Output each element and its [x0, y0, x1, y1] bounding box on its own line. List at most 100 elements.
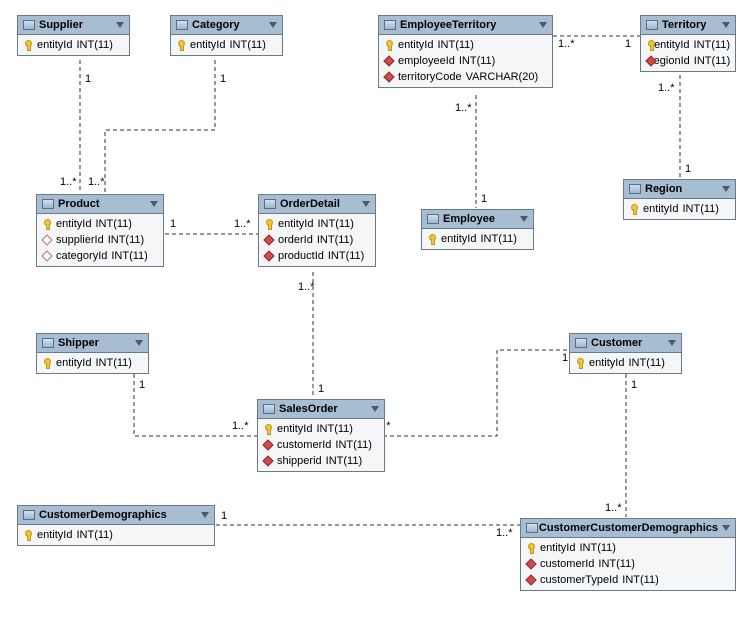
entity-body: entityId INT(11) regionId INT(11) [641, 35, 735, 71]
field-name: customerTypeId [540, 574, 618, 586]
entity-header-supplier[interactable]: Supplier [18, 16, 129, 35]
chevron-down-icon[interactable] [362, 201, 370, 207]
field-row[interactable]: entityId INT(11) [624, 201, 735, 217]
field-row[interactable]: employeeId INT(11) [379, 53, 552, 69]
chevron-down-icon[interactable] [371, 406, 379, 412]
field-row[interactable]: shipperid INT(11) [258, 453, 384, 469]
field-type: INT(11) [682, 203, 718, 215]
entity-sales-order[interactable]: SalesOrder entityId INT(11) customerId I… [257, 399, 385, 472]
chevron-down-icon[interactable] [520, 216, 528, 222]
field-type: INT(11) [694, 55, 730, 67]
card-salesorder-1od: 1 [318, 383, 324, 395]
field-row[interactable]: entityId INT(11) [18, 37, 129, 53]
table-icon [42, 199, 54, 209]
field-row[interactable]: entityId INT(11) [379, 37, 552, 53]
field-row[interactable]: entityId INT(11) [521, 540, 735, 556]
field-row[interactable]: customerTypeId INT(11) [521, 572, 735, 588]
entity-territory[interactable]: Territory entityId INT(11) regionId INT(… [640, 15, 736, 72]
field-row[interactable]: regionId INT(11) [641, 53, 735, 69]
chevron-down-icon[interactable] [150, 201, 158, 207]
entity-header[interactable]: Employee [422, 210, 533, 229]
entity-title: Region [645, 183, 682, 195]
field-name: entityId [654, 39, 689, 51]
foreign-key-icon [264, 235, 274, 245]
chevron-down-icon[interactable] [722, 525, 730, 531]
field-name: entityId [441, 233, 476, 245]
table-icon [629, 184, 641, 194]
field-type: INT(11) [95, 357, 131, 369]
field-row[interactable]: entityId INT(11) [641, 37, 735, 53]
entity-supplier[interactable]: Supplier entityId INT(11) [17, 15, 130, 56]
field-type: INT(11) [317, 234, 353, 246]
chevron-down-icon[interactable] [539, 22, 547, 28]
field-row[interactable]: categoryId INT(11) [37, 248, 163, 264]
foreign-key-icon [264, 251, 274, 261]
entity-customer-demographics[interactable]: CustomerDemographics entityId INT(11) [17, 505, 215, 546]
card-et-many-right: 1..* [558, 38, 575, 50]
chevron-down-icon[interactable] [668, 340, 676, 346]
entity-header[interactable]: EmployeeTerritory [379, 16, 552, 35]
entity-header[interactable]: Customer [570, 334, 681, 353]
field-row[interactable]: customerId INT(11) [521, 556, 735, 572]
foreign-key-icon [384, 72, 394, 82]
foreign-key-icon [384, 56, 394, 66]
card-shipper-1: 1 [139, 379, 145, 391]
table-icon [176, 20, 188, 30]
field-row[interactable]: entityId INT(11) [259, 216, 375, 232]
field-name: entityId [277, 423, 312, 435]
card-customer-1so: 1 [562, 352, 568, 364]
entity-category[interactable]: Category entityId INT(11) [170, 15, 283, 56]
card-salesorder-shipper-many: 1..* [232, 420, 249, 432]
entity-header[interactable]: SalesOrder [258, 400, 384, 419]
field-row[interactable]: entityId INT(11) [37, 216, 163, 232]
entity-header[interactable]: Region [624, 180, 735, 199]
field-type: INT(11) [316, 423, 352, 435]
chevron-down-icon[interactable] [116, 22, 124, 28]
card-ccd-many2: 1..* [496, 527, 513, 539]
field-row[interactable]: territoryCode VARCHAR(20) [379, 69, 552, 85]
field-type: INT(11) [111, 250, 147, 262]
entity-header[interactable]: OrderDetail [259, 195, 375, 214]
entity-header-category[interactable]: Category [171, 16, 282, 35]
field-row[interactable]: productId INT(11) [259, 248, 375, 264]
field-name: entityId [56, 357, 91, 369]
field-row[interactable]: entityId INT(11) [422, 231, 533, 247]
field-row[interactable]: orderId INT(11) [259, 232, 375, 248]
entity-title: CustomerCustomerDemographics [539, 522, 718, 534]
entity-employee[interactable]: Employee entityId INT(11) [421, 209, 534, 250]
entity-region[interactable]: Region entityId INT(11) [623, 179, 736, 220]
field-name: supplierId [56, 234, 104, 246]
chevron-down-icon[interactable] [135, 340, 143, 346]
entity-header[interactable]: Product [37, 195, 163, 214]
entity-customer-customer-demographics[interactable]: CustomerCustomerDemographics entityId IN… [520, 518, 736, 591]
chevron-down-icon[interactable] [269, 22, 277, 28]
field-row[interactable]: entityId INT(11) [37, 355, 148, 371]
field-row[interactable]: supplierId INT(11) [37, 232, 163, 248]
entity-employee-territory[interactable]: EmployeeTerritory entityId INT(11) emplo… [378, 15, 553, 88]
entity-order-detail[interactable]: OrderDetail entityId INT(11) orderId INT… [258, 194, 376, 267]
field-row[interactable]: entityId INT(11) [171, 37, 282, 53]
field-row[interactable]: entityId INT(11) [570, 355, 681, 371]
entity-header[interactable]: Territory [641, 16, 735, 35]
chevron-down-icon[interactable] [201, 512, 209, 518]
primary-key-icon [176, 40, 186, 50]
entity-product[interactable]: Product entityId INT(11) supplierId INT(… [36, 194, 164, 267]
entity-customer[interactable]: Customer entityId INT(11) [569, 333, 682, 374]
entity-header[interactable]: CustomerCustomerDemographics [521, 519, 735, 538]
field-type: INT(11) [326, 455, 362, 467]
field-row[interactable]: entityId INT(11) [258, 421, 384, 437]
entity-title: Shipper [58, 337, 99, 349]
entity-header[interactable]: Shipper [37, 334, 148, 353]
chevron-down-icon[interactable] [722, 22, 730, 28]
field-row[interactable]: customerId INT(11) [258, 437, 384, 453]
field-row[interactable]: entityId INT(11) [18, 527, 214, 543]
entity-title: SalesOrder [279, 403, 338, 415]
card-cd-1: 1 [221, 510, 227, 522]
entity-header[interactable]: CustomerDemographics [18, 506, 214, 525]
entity-title: CustomerDemographics [39, 509, 167, 521]
entity-title: Customer [591, 337, 642, 349]
primary-key-icon [23, 40, 33, 50]
entity-shipper[interactable]: Shipper entityId INT(11) [36, 333, 149, 374]
primary-key-icon [427, 234, 437, 244]
chevron-down-icon[interactable] [722, 186, 730, 192]
